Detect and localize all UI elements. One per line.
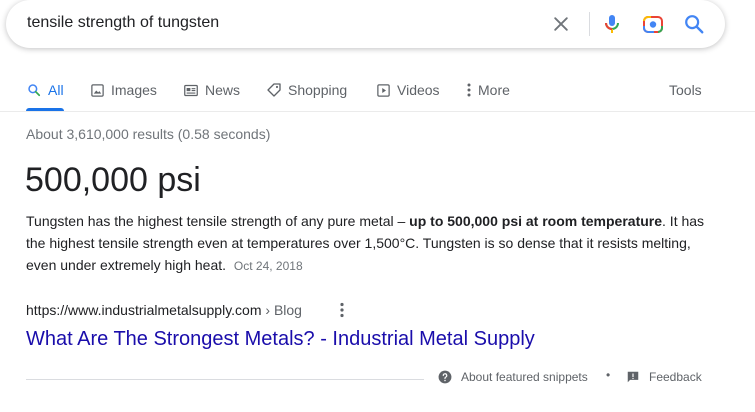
tab-all[interactable]: All <box>26 79 64 101</box>
tab-label: All <box>48 82 64 98</box>
tab-label: More <box>478 82 510 98</box>
tab-label: Videos <box>397 82 440 98</box>
featured-snippet: Tungsten has the highest tensile strengt… <box>26 210 716 277</box>
cite-url: https://www.industrialmetalsupply.com <box>26 302 262 318</box>
result-cite[interactable]: https://www.industrialmetalsupply.com › … <box>26 302 302 318</box>
cite-breadcrumb: › Blog <box>261 302 302 318</box>
featured-answer: 500,000 psi <box>25 161 201 199</box>
search-icon[interactable] <box>682 12 706 36</box>
tab-label: Shopping <box>288 82 348 98</box>
footer-divider <box>26 379 424 380</box>
tab-more[interactable]: More <box>466 79 510 101</box>
result-options-icon[interactable] <box>334 300 350 320</box>
active-tab-indicator <box>26 108 64 111</box>
tools-label: Tools <box>669 82 702 98</box>
news-icon <box>183 82 199 98</box>
result-title-link[interactable]: What Are The Strongest Metals? - Industr… <box>26 326 535 352</box>
search-tabs: All Images News Shopping Videos More Too… <box>0 72 755 112</box>
clear-icon[interactable] <box>549 12 573 36</box>
feedback-icon <box>626 370 640 384</box>
searchbar-divider <box>589 12 590 36</box>
tab-news[interactable]: News <box>183 79 240 101</box>
feedback-label: Feedback <box>649 370 702 384</box>
about-featured-snippets-link[interactable]: About featured snippets <box>438 370 588 384</box>
about-featured-snippets-label: About featured snippets <box>461 370 588 384</box>
tab-label: News <box>205 82 241 98</box>
snippet-highlight: up to 500,000 psi at room temperature <box>409 213 663 229</box>
tab-label: Images <box>111 82 157 98</box>
image-icon <box>89 82 105 98</box>
search-icon <box>26 82 42 98</box>
tab-videos[interactable]: Videos <box>375 79 440 101</box>
tools-button[interactable]: Tools <box>669 79 702 101</box>
snippet-date: Oct 24, 2018 <box>233 259 303 273</box>
microphone-icon[interactable] <box>600 12 624 36</box>
feedback-link[interactable]: Feedback <box>626 370 702 384</box>
search-input[interactable]: tensile strength of tungsten <box>27 14 219 32</box>
camera-lens-icon[interactable] <box>641 12 665 36</box>
play-icon <box>375 82 391 98</box>
footer-separator: • <box>606 368 611 382</box>
results-count: About 3,610,000 results (0.58 seconds) <box>26 126 271 142</box>
snippet-text: Tungsten has the highest tensile strengt… <box>26 213 410 229</box>
tab-shopping[interactable]: Shopping <box>266 79 347 101</box>
help-icon <box>438 370 452 384</box>
tab-images[interactable]: Images <box>89 79 157 101</box>
more-vert-icon <box>466 82 472 98</box>
search-bar: tensile strength of tungsten <box>6 0 725 48</box>
tag-icon <box>266 82 282 98</box>
